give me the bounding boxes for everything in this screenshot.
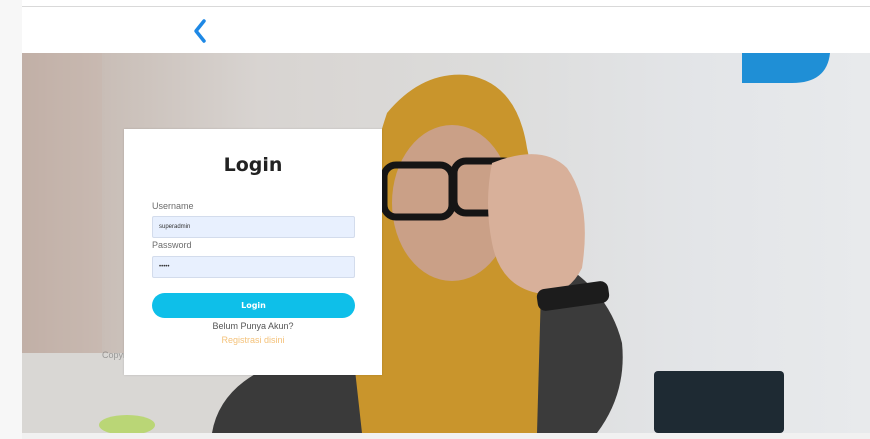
register-link[interactable]: Registrasi disini bbox=[124, 335, 382, 345]
no-account-text: Belum Punya Akun? bbox=[212, 321, 294, 331]
password-input[interactable]: ••••• bbox=[152, 256, 355, 278]
login-card: Login Username superadmin Password •••••… bbox=[124, 129, 382, 375]
bottom-bar bbox=[22, 433, 870, 439]
chevron-left-icon bbox=[194, 19, 206, 43]
left-margin bbox=[0, 0, 22, 439]
login-title: Login bbox=[223, 154, 283, 176]
app-header bbox=[22, 7, 870, 53]
back-button[interactable] bbox=[188, 16, 214, 46]
page: Copyright © DooZ Optik 2022 Login Userna… bbox=[0, 0, 870, 439]
password-label: Password bbox=[152, 240, 192, 250]
login-button[interactable]: Login bbox=[152, 293, 355, 318]
username-label: Username bbox=[152, 201, 194, 211]
username-input[interactable]: superadmin bbox=[152, 216, 355, 238]
